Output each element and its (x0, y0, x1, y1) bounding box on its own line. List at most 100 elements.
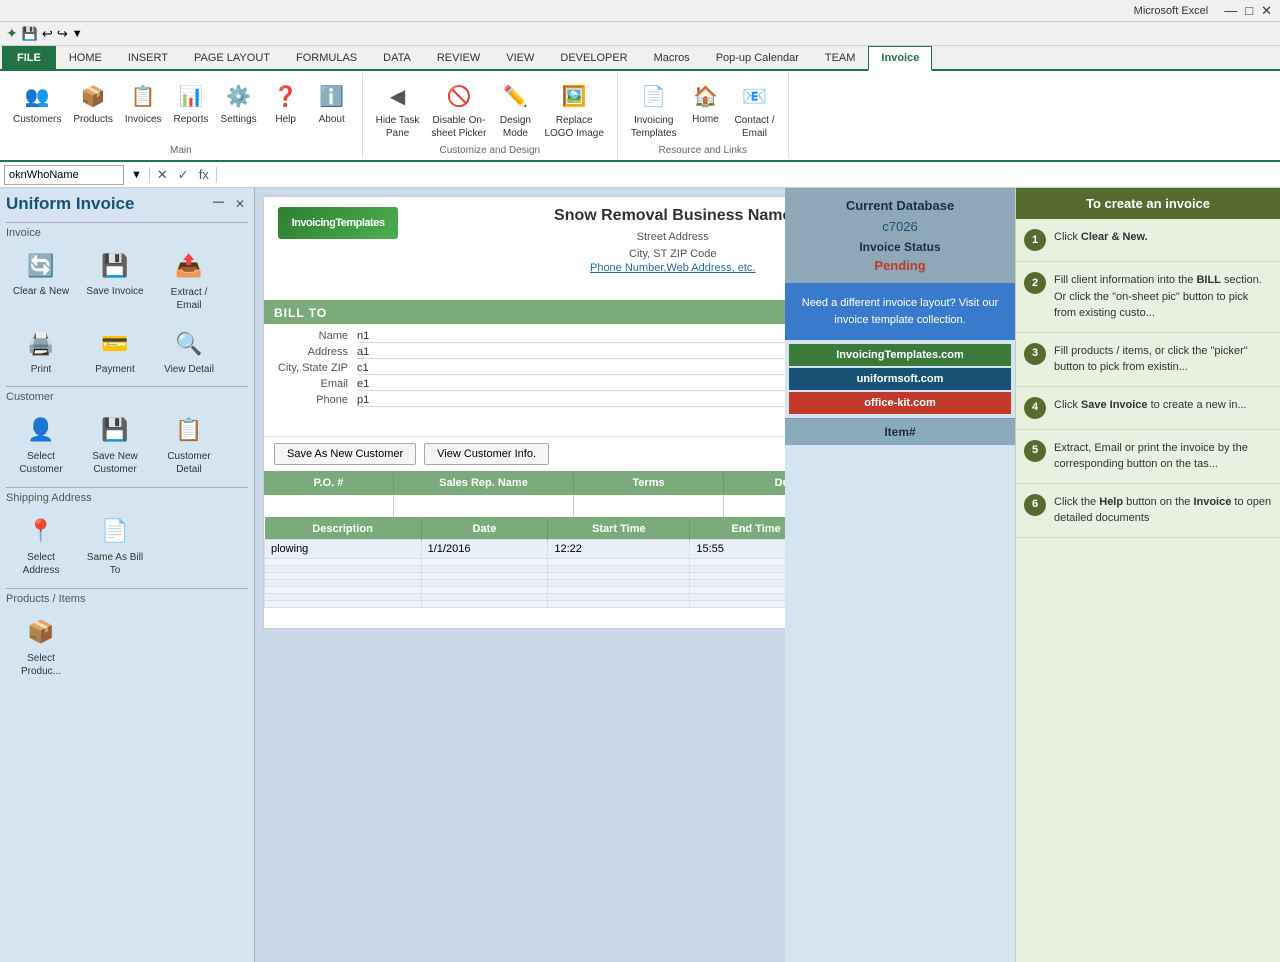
item-3-date[interactable] (421, 573, 548, 580)
save-new-customer-btn[interactable]: 💾 Save NewCustomer (80, 407, 150, 481)
hide-task-pane-button[interactable]: ◀ Hide TaskPane (371, 77, 425, 143)
payment-btn[interactable]: 💳 Payment (80, 321, 150, 380)
formula-input[interactable] (221, 168, 1276, 182)
customers-button[interactable]: 👥 Customers (8, 77, 66, 128)
item-3-end[interactable] (690, 573, 785, 580)
replace-logo-button[interactable]: 🖼️ ReplaceLOGO Image (539, 77, 608, 143)
link-invoicing-templates[interactable]: InvoicingTemplates.com (789, 344, 1011, 366)
sidebar-minimize-btn[interactable]: — (209, 196, 228, 212)
tab-data[interactable]: DATA (370, 46, 424, 69)
item-6-start[interactable] (548, 594, 690, 601)
invoicing-templates-button[interactable]: 📄 InvoicingTemplates (626, 77, 682, 143)
products-button[interactable]: 📦 Products (68, 77, 117, 128)
clear-new-btn[interactable]: 🔄 Clear & New (6, 243, 76, 317)
tab-team[interactable]: TEAM (812, 46, 869, 69)
minimize-btn[interactable]: — (1224, 3, 1237, 18)
help-button[interactable]: ❓ Help (264, 77, 308, 128)
select-customer-btn[interactable]: 👤 SelectCustomer (6, 407, 76, 481)
bill-email-value[interactable]: e1 (357, 378, 785, 391)
item-0-start[interactable]: 12:22 (548, 540, 690, 559)
bill-name-value[interactable]: n1 (357, 330, 785, 343)
item-3-start[interactable] (548, 573, 690, 580)
company-phone[interactable]: Phone Number,Web Address, etc. (408, 262, 785, 274)
select-address-btn[interactable]: 📍 SelectAddress (6, 508, 76, 582)
item-1-date[interactable] (421, 559, 548, 566)
invoices-button[interactable]: 📋 Invoices (120, 77, 167, 128)
save-invoice-btn[interactable]: 💾 Save Invoice (80, 243, 150, 317)
bill-address-value[interactable]: a1 (357, 346, 785, 359)
item-2-date[interactable] (421, 566, 548, 573)
bill-phone-value[interactable]: p1 (357, 394, 785, 407)
link-office-kit[interactable]: office-kit.com (789, 392, 1011, 414)
item-1-start[interactable] (548, 559, 690, 566)
undo-btn[interactable]: ↩ (42, 26, 53, 42)
about-button[interactable]: ℹ️ About (310, 77, 354, 128)
item-1-end[interactable] (690, 559, 785, 566)
redo-btn[interactable]: ↪ (57, 26, 68, 42)
tab-page-layout[interactable]: PAGE LAYOUT (181, 46, 283, 69)
item-2-start[interactable] (548, 566, 690, 573)
design-mode-button[interactable]: ✏️ DesignMode (493, 77, 537, 143)
tab-invoice[interactable]: Invoice (868, 46, 932, 71)
tab-developer[interactable]: DEVELOPER (547, 46, 640, 69)
item-6-date[interactable] (421, 594, 548, 601)
item-6-end[interactable] (690, 594, 785, 601)
sidebar-close-btn[interactable]: ✕ (232, 196, 248, 212)
item-4-description[interactable] (265, 580, 422, 587)
item-2-description[interactable] (265, 566, 422, 573)
reports-button[interactable]: 📊 Reports (169, 77, 214, 128)
tab-insert[interactable]: INSERT (115, 46, 181, 69)
save-as-new-customer-btn[interactable]: Save As New Customer (274, 443, 416, 465)
bill-citystate-value[interactable]: c1 (357, 362, 785, 375)
item-6-description[interactable] (265, 594, 422, 601)
item-7-date[interactable] (421, 601, 548, 608)
tab-review[interactable]: REVIEW (424, 46, 493, 69)
link-uniformsoft[interactable]: uniformsoft.com (789, 368, 1011, 390)
tab-macros[interactable]: Macros (641, 46, 703, 69)
name-box-dropdown[interactable]: ▼ (128, 169, 145, 181)
item-5-description[interactable] (265, 587, 422, 594)
confirm-icon[interactable]: ✓ (175, 167, 192, 183)
cancel-icon[interactable]: ✕ (154, 167, 171, 183)
view-detail-btn[interactable]: 🔍 View Detail (154, 321, 224, 380)
name-box[interactable] (4, 165, 124, 185)
item-4-date[interactable] (421, 580, 548, 587)
item-7-start[interactable] (548, 601, 690, 608)
po-value-2[interactable] (574, 495, 724, 517)
customize-quickaccess-btn[interactable]: ▼ (72, 28, 83, 40)
tab-formulas[interactable]: FORMULAS (283, 46, 370, 69)
home-resource-button[interactable]: 🏠 Home (683, 77, 727, 128)
item-0-description[interactable]: plowing (265, 540, 422, 559)
tab-view[interactable]: VIEW (493, 46, 547, 69)
settings-button[interactable]: ⚙️ Settings (216, 77, 262, 128)
po-value-0[interactable] (264, 495, 394, 517)
item-4-end[interactable] (690, 580, 785, 587)
item-1-description[interactable] (265, 559, 422, 566)
customer-detail-btn[interactable]: 📋 CustomerDetail (154, 407, 224, 481)
contact-email-button[interactable]: 📧 Contact /Email (729, 77, 779, 143)
item-5-end[interactable] (690, 587, 785, 594)
item-2-end[interactable] (690, 566, 785, 573)
item-7-end[interactable] (690, 601, 785, 608)
item-4-start[interactable] (548, 580, 690, 587)
extract-email-btn[interactable]: 📤 Extract /Email (154, 243, 224, 317)
same-as-bill-btn[interactable]: 📄 Same As BillTo (80, 508, 150, 582)
tab-home[interactable]: HOME (56, 46, 115, 69)
po-value-3[interactable] (724, 495, 785, 517)
item-0-end[interactable]: 15:55 (690, 540, 785, 559)
save-quickaccess-btn[interactable]: 💾 (22, 26, 38, 42)
item-7-description[interactable] (265, 601, 422, 608)
tab-popup-calendar[interactable]: Pop-up Calendar (703, 46, 812, 69)
item-0-date[interactable]: 1/1/2016 (421, 540, 548, 559)
maximize-btn[interactable]: □ (1245, 3, 1253, 18)
tab-file[interactable]: FILE (2, 46, 56, 69)
fx-icon[interactable]: fx (196, 167, 212, 182)
disable-onsheet-button[interactable]: 🚫 Disable On-sheet Picker (426, 77, 491, 143)
po-value-1[interactable] (394, 495, 574, 517)
item-3-description[interactable] (265, 573, 422, 580)
close-btn[interactable]: ✕ (1261, 3, 1272, 19)
select-product-btn[interactable]: 📦 SelectProduc... (6, 609, 76, 683)
print-btn[interactable]: 🖨️ Print (6, 321, 76, 380)
item-5-start[interactable] (548, 587, 690, 594)
item-5-date[interactable] (421, 587, 548, 594)
